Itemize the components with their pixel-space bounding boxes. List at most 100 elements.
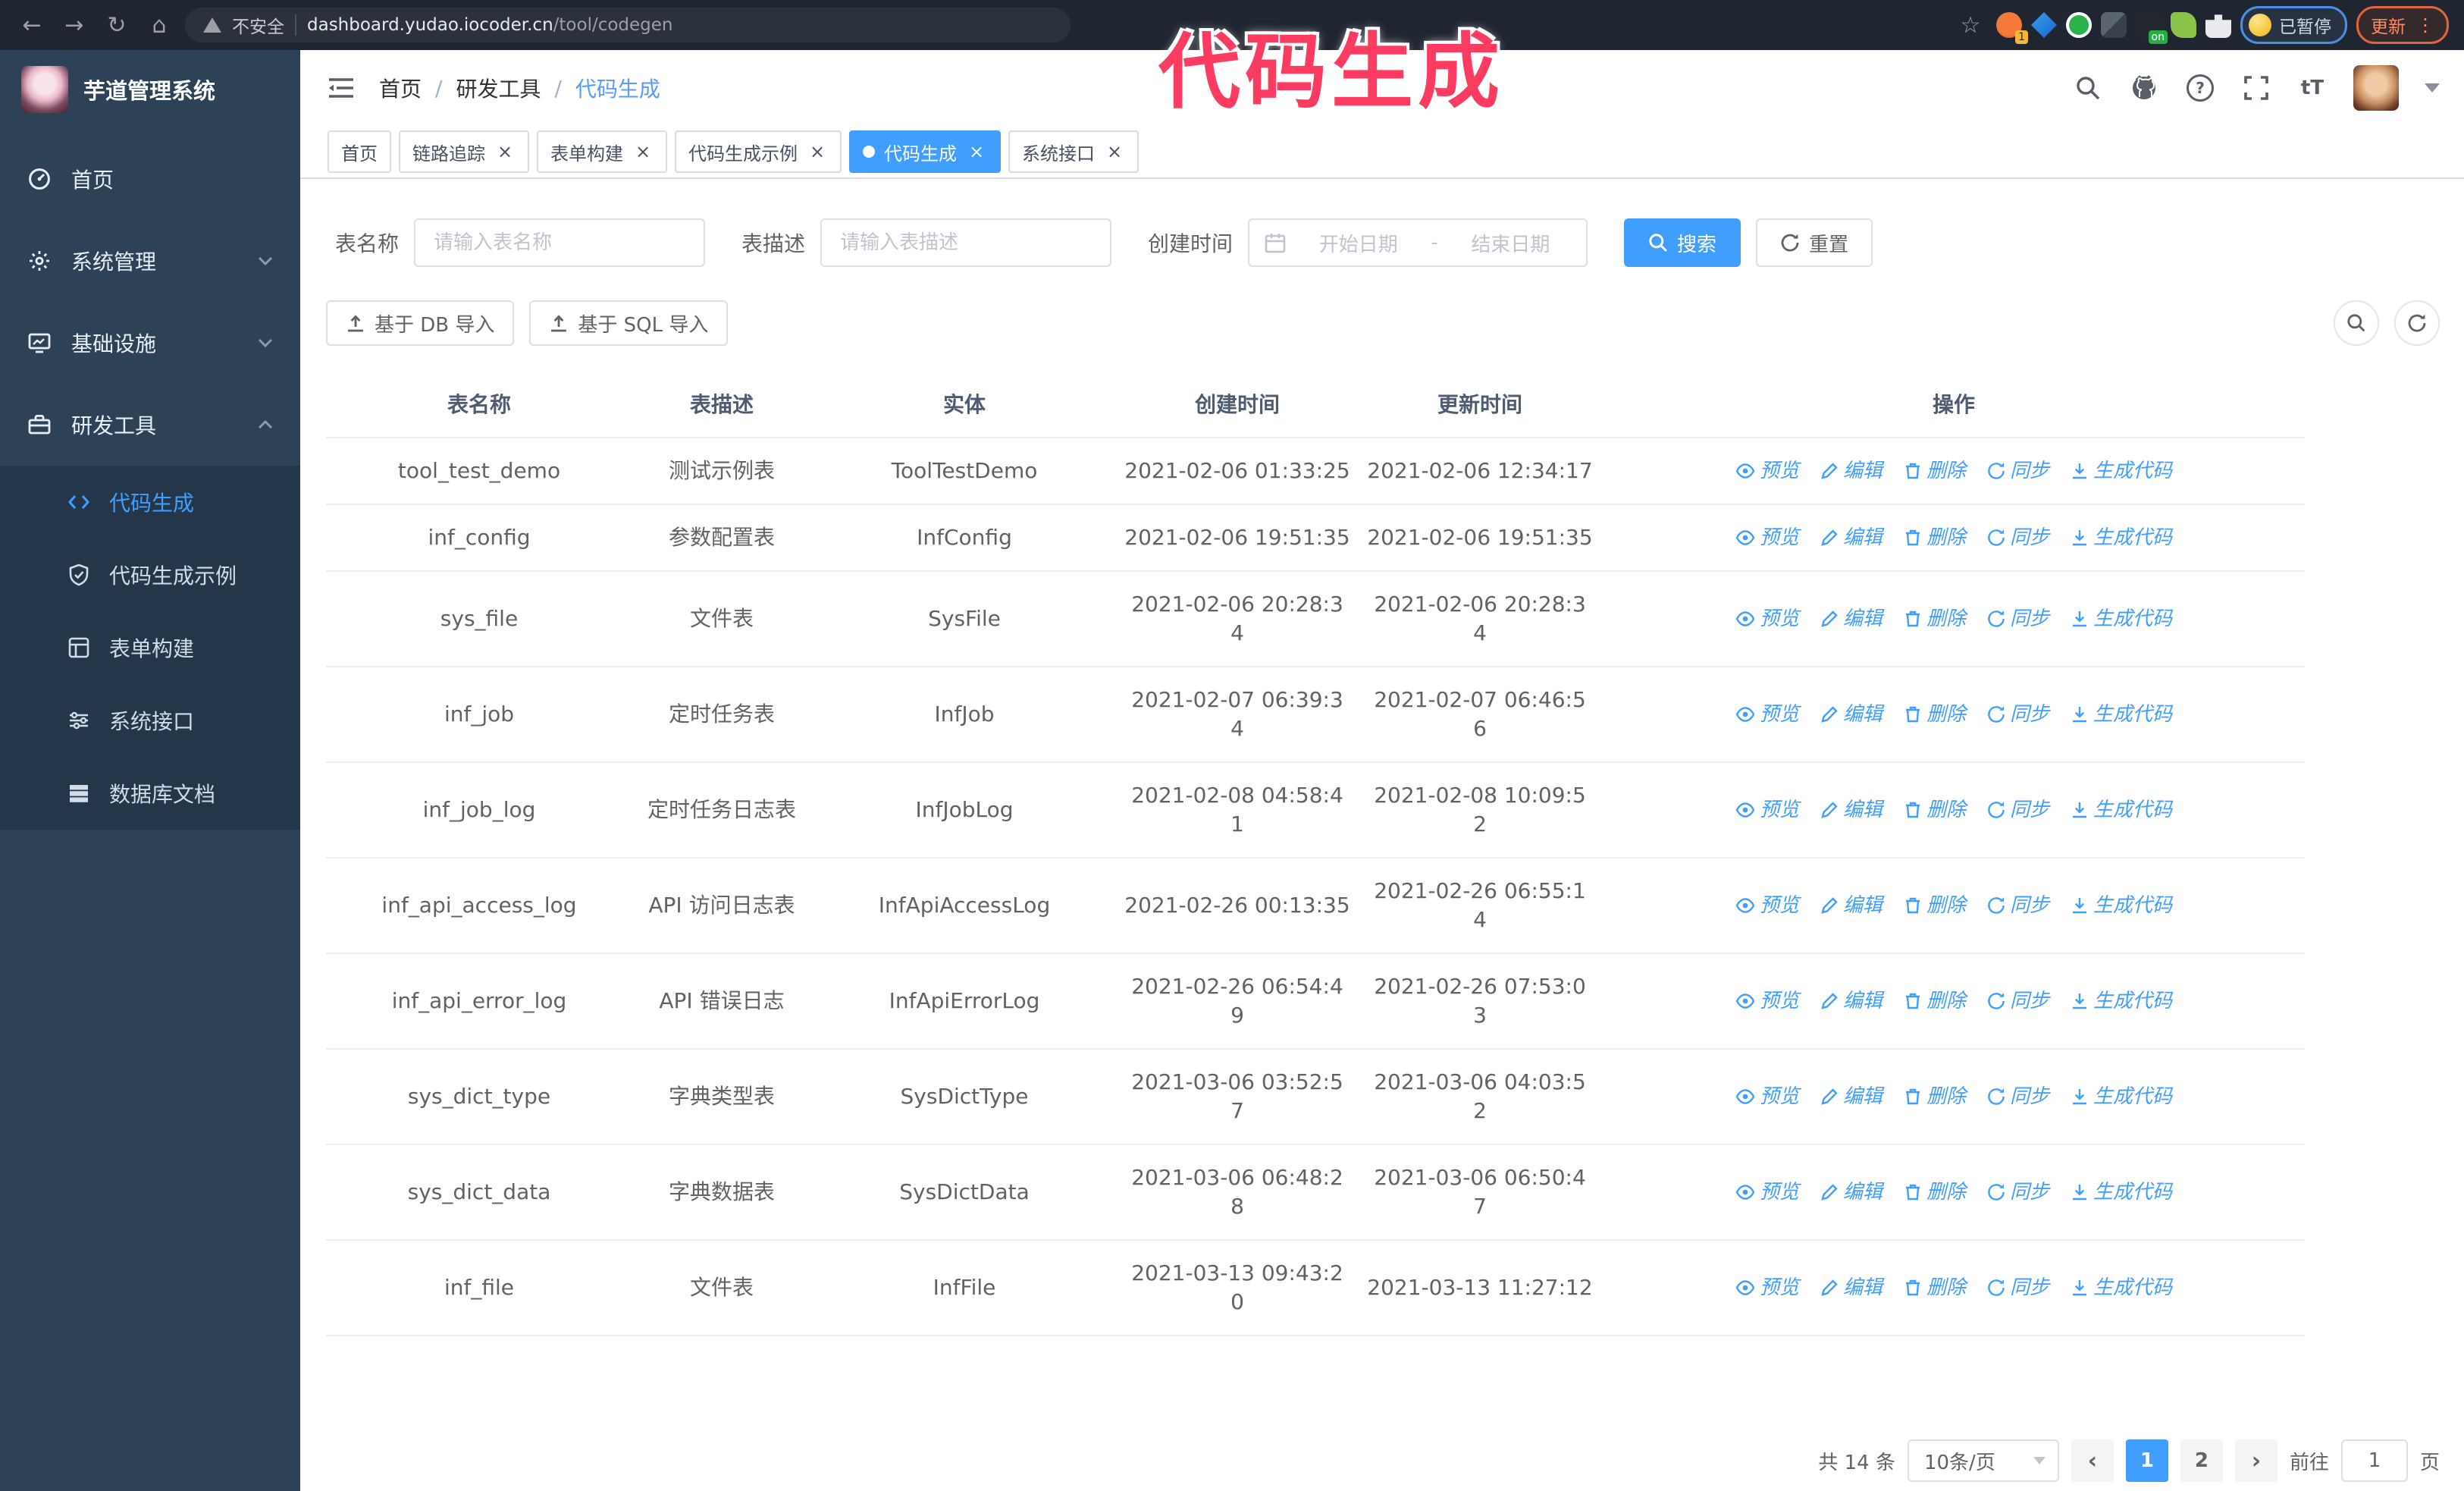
preview-link[interactable]: 预览 — [1735, 604, 1799, 633]
sidebar-item-db-doc[interactable]: 数据库文档 — [0, 757, 300, 830]
generate-code-link[interactable]: 生成代码 — [2071, 987, 2172, 1015]
generate-code-link[interactable]: 生成代码 — [2071, 457, 2172, 485]
generate-code-link[interactable]: 生成代码 — [2071, 700, 2172, 729]
goto-page-input[interactable] — [2340, 1439, 2408, 1482]
edit-link[interactable]: 编辑 — [1820, 523, 1882, 552]
delete-link[interactable]: 删除 — [1904, 1082, 1966, 1111]
preview-link[interactable]: 预览 — [1735, 1178, 1799, 1207]
edit-link[interactable]: 编辑 — [1820, 987, 1882, 1015]
close-icon[interactable] — [807, 141, 828, 162]
sync-link[interactable]: 同步 — [1987, 1273, 2049, 1302]
generate-code-link[interactable]: 生成代码 — [2071, 604, 2172, 633]
refresh-table-button[interactable] — [2394, 300, 2440, 346]
delete-link[interactable]: 删除 — [1904, 457, 1966, 485]
delete-link[interactable]: 删除 — [1904, 604, 1966, 633]
address-bar[interactable]: 不安全 dashboard.yudao.iocoder.cn/tool/code… — [185, 8, 1071, 42]
show-search-button[interactable] — [2334, 300, 2379, 346]
preview-link[interactable]: 预览 — [1735, 523, 1799, 552]
tab-codegen-demo[interactable]: 代码生成示例 — [675, 130, 842, 173]
table-desc-input[interactable] — [820, 218, 1112, 267]
end-date-placeholder[interactable]: 结束日期 — [1450, 229, 1571, 257]
sidebar-item-infrastructure[interactable]: 基础设施 — [0, 302, 300, 384]
extensions-puzzle-icon[interactable] — [2205, 14, 2231, 38]
close-icon[interactable] — [1104, 141, 1125, 162]
tab-system-api[interactable]: 系统接口 — [1008, 130, 1139, 173]
tab-trace[interactable]: 链路追踪 — [399, 130, 529, 173]
tab-form-builder[interactable]: 表单构建 — [537, 130, 667, 173]
extension-icon[interactable]: 1 — [1996, 12, 2028, 44]
hamburger-icon[interactable] — [318, 65, 364, 111]
generate-code-link[interactable]: 生成代码 — [2071, 891, 2172, 920]
sync-link[interactable]: 同步 — [1987, 457, 2049, 485]
page-button-2[interactable]: 2 — [2180, 1439, 2223, 1482]
browser-forward-icon[interactable] — [58, 8, 91, 42]
close-icon[interactable] — [632, 141, 654, 162]
sidebar-item-codegen[interactable]: 代码生成 — [0, 466, 300, 538]
edit-link[interactable]: 编辑 — [1820, 457, 1882, 485]
page-button-1[interactable]: 1 — [2125, 1439, 2168, 1482]
extension-icon[interactable]: on — [2136, 12, 2168, 44]
next-page-button[interactable] — [2234, 1439, 2277, 1482]
import-db-button[interactable]: 基于 DB 导入 — [326, 300, 515, 346]
sidebar-item-form-builder[interactable]: 表单构建 — [0, 611, 300, 684]
browser-reload-icon[interactable] — [100, 8, 133, 42]
sidebar-item-system[interactable]: 系统管理 — [0, 220, 300, 302]
reset-button[interactable]: 重置 — [1756, 218, 1873, 267]
start-date-placeholder[interactable]: 开始日期 — [1298, 229, 1419, 257]
table-name-input[interactable] — [414, 218, 706, 267]
fullscreen-icon[interactable] — [2241, 73, 2271, 103]
chevron-down-icon[interactable] — [2425, 83, 2440, 93]
close-icon[interactable] — [494, 141, 516, 162]
generate-code-link[interactable]: 生成代码 — [2071, 523, 2172, 552]
edit-link[interactable]: 编辑 — [1820, 604, 1882, 633]
bookmark-star-icon[interactable] — [1954, 8, 1987, 42]
preview-link[interactable]: 预览 — [1735, 457, 1799, 485]
edit-link[interactable]: 编辑 — [1820, 891, 1882, 920]
edit-link[interactable]: 编辑 — [1820, 796, 1882, 824]
edit-link[interactable]: 编辑 — [1820, 1082, 1882, 1111]
search-icon[interactable] — [2073, 73, 2103, 103]
font-size-icon[interactable] — [2297, 73, 2328, 103]
delete-link[interactable]: 删除 — [1904, 1273, 1966, 1302]
breadcrumb-home[interactable]: 首页 — [379, 73, 422, 103]
sync-link[interactable]: 同步 — [1987, 987, 2049, 1015]
profile-paused-badge[interactable]: 已暂停 — [2240, 6, 2347, 44]
import-sql-button[interactable]: 基于 SQL 导入 — [529, 300, 729, 346]
preview-link[interactable]: 预览 — [1735, 891, 1799, 920]
delete-link[interactable]: 删除 — [1904, 523, 1966, 552]
search-button[interactable]: 搜索 — [1624, 218, 1741, 267]
browser-home-icon[interactable] — [143, 8, 176, 42]
delete-link[interactable]: 删除 — [1904, 796, 1966, 824]
close-icon[interactable] — [966, 141, 987, 162]
github-icon[interactable] — [2129, 73, 2159, 103]
sync-link[interactable]: 同步 — [1987, 1082, 2049, 1111]
sync-link[interactable]: 同步 — [1987, 796, 2049, 824]
generate-code-link[interactable]: 生成代码 — [2071, 796, 2172, 824]
edit-link[interactable]: 编辑 — [1820, 1273, 1882, 1302]
breadcrumb-dev-tools[interactable]: 研发工具 — [456, 73, 541, 103]
edit-link[interactable]: 编辑 — [1820, 1178, 1882, 1207]
preview-link[interactable]: 预览 — [1735, 700, 1799, 729]
browser-menu-icon[interactable] — [2416, 14, 2434, 36]
date-range-picker[interactable]: 开始日期 - 结束日期 — [1248, 218, 1588, 267]
generate-code-link[interactable]: 生成代码 — [2071, 1082, 2172, 1111]
generate-code-link[interactable]: 生成代码 — [2071, 1273, 2172, 1302]
preview-link[interactable]: 预览 — [1735, 796, 1799, 824]
sync-link[interactable]: 同步 — [1987, 700, 2049, 729]
preview-link[interactable]: 预览 — [1735, 1082, 1799, 1111]
generate-code-link[interactable]: 生成代码 — [2071, 1178, 2172, 1207]
tab-home[interactable]: 首页 — [328, 130, 391, 173]
extension-icon[interactable] — [2066, 12, 2092, 38]
tab-codegen[interactable]: 代码生成 — [849, 130, 1001, 173]
sidebar-item-system-api[interactable]: 系统接口 — [0, 684, 300, 757]
avatar[interactable] — [2353, 65, 2399, 111]
sidebar-item-dev-tools[interactable]: 研发工具 — [0, 384, 300, 466]
delete-link[interactable]: 删除 — [1904, 891, 1966, 920]
sidebar-item-home[interactable]: 首页 — [0, 138, 300, 220]
edit-link[interactable]: 编辑 — [1820, 700, 1882, 729]
sync-link[interactable]: 同步 — [1987, 891, 2049, 920]
extension-icon[interactable] — [2031, 12, 2057, 38]
delete-link[interactable]: 删除 — [1904, 1178, 1966, 1207]
preview-link[interactable]: 预览 — [1735, 1273, 1799, 1302]
delete-link[interactable]: 删除 — [1904, 700, 1966, 729]
